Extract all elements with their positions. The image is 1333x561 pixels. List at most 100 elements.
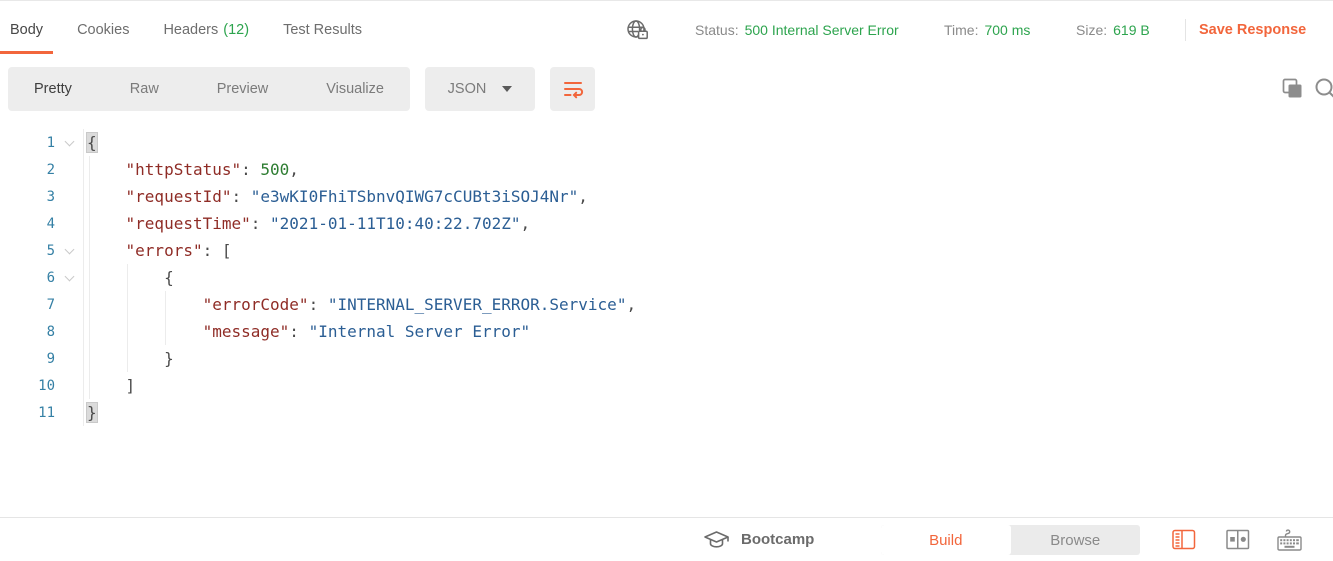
fold-toggle [55, 318, 84, 345]
footer-bar: Bootcamp Build Browse [0, 517, 1333, 561]
search-button[interactable] [1314, 77, 1333, 101]
search-icon [1315, 78, 1333, 98]
build-toggle-button[interactable]: Build [881, 525, 1011, 555]
layout-single-pane-button[interactable] [1172, 529, 1196, 550]
keyboard-shortcuts-icon [1277, 529, 1302, 551]
line-number: 5 [46, 242, 55, 259]
fold-toggle [55, 345, 84, 372]
fold-toggle[interactable] [55, 264, 84, 291]
bootcamp-label: Bootcamp [741, 531, 815, 548]
code-line: 11} [0, 399, 1333, 426]
view-preview-button[interactable]: Preview [217, 81, 269, 97]
tab-test-results[interactable]: Test Results [273, 1, 372, 58]
line-number: 2 [46, 161, 55, 178]
view-raw-button[interactable]: Raw [130, 81, 159, 97]
tab-body-label: Body [10, 21, 44, 38]
bootcamp-button[interactable]: Bootcamp [703, 518, 814, 561]
browse-label: Browse [1050, 531, 1101, 549]
code-text: { [87, 133, 97, 152]
status-indicator: Status: 500 Internal Server Error [695, 1, 899, 58]
wrap-text-icon [563, 82, 583, 99]
fold-toggle[interactable] [55, 237, 84, 264]
code-line: 8 "message": "Internal Server Error" [0, 318, 1333, 345]
code-text: "requestTime": "2021-01-11T10:40:22.702Z… [125, 214, 531, 233]
wrap-text-button[interactable] [550, 67, 595, 111]
code-text: } [164, 349, 174, 368]
language-value: JSON [447, 81, 487, 97]
tab-cookies-label: Cookies [77, 21, 130, 38]
size-label: Size: [1076, 21, 1108, 38]
fold-toggle [55, 210, 84, 237]
fold-toggle [55, 156, 84, 183]
line-number: 6 [46, 269, 55, 286]
fold-chevron-icon [64, 136, 74, 146]
size-indicator: Size: 619 B [1076, 1, 1150, 58]
layout-two-pane-icon [1226, 529, 1250, 550]
code-line: 4 "requestTime": "2021-01-11T10:40:22.702… [0, 210, 1333, 237]
line-number: 1 [46, 134, 55, 151]
language-select[interactable]: JSON [425, 67, 535, 111]
header-divider [1185, 19, 1186, 41]
copy-button[interactable] [1281, 77, 1304, 100]
code-line: 10] [0, 372, 1333, 399]
line-number: 4 [46, 215, 55, 232]
tab-test-results-label: Test Results [283, 21, 363, 38]
code-text: { [164, 268, 174, 287]
layout-two-pane-button[interactable] [1226, 529, 1250, 550]
fold-chevron-icon [64, 271, 74, 281]
tab-body[interactable]: Body [0, 1, 54, 58]
code-text: "message": "Internal Server Error" [202, 322, 531, 341]
save-response-label: Save Response [1199, 21, 1307, 38]
line-number: 8 [46, 323, 55, 340]
view-visualize-button[interactable]: Visualize [326, 81, 384, 97]
time-label: Time: [944, 21, 979, 38]
code-line: 3 "requestId": "e3wKI0FhiTSbnvQIWG7cCUBt3… [0, 183, 1333, 210]
fold-toggle[interactable] [55, 129, 84, 156]
response-header: Body Cookies Headers (12) Test Results S… [0, 1, 1333, 58]
build-browse-toggle: Build Browse [881, 525, 1140, 555]
tab-cookies[interactable]: Cookies [67, 1, 139, 58]
status-value: 500 Internal Server Error [744, 21, 899, 38]
code-text: ] [125, 376, 136, 395]
view-pretty-button[interactable]: Pretty [34, 81, 72, 97]
code-line: 9} [0, 345, 1333, 372]
build-label: Build [929, 531, 963, 549]
fold-toggle [55, 372, 84, 399]
headers-count-badge: (12) [223, 21, 250, 38]
browse-toggle-button[interactable]: Browse [1011, 525, 1141, 555]
code-text: "errorCode": "INTERNAL_SERVER_ERROR.Serv… [202, 295, 637, 314]
tab-headers[interactable]: Headers (12) [153, 1, 259, 58]
line-number: 10 [38, 377, 55, 394]
size-value: 619 B [1113, 21, 1150, 38]
caret-down-icon [502, 86, 513, 97]
code-line: 5 "errors": [ [0, 237, 1333, 264]
code-text: "requestId": "e3wKI0FhiTSbnvQIWG7cCUBt3i… [125, 187, 588, 206]
layout-single-pane-icon [1172, 529, 1196, 550]
copy-icon [1282, 78, 1302, 98]
time-value: 700 ms [984, 21, 1031, 38]
code-text: "errors": [ [125, 241, 232, 260]
code-line: 7 "errorCode": "INTERNAL_SERVER_ERROR.Ser… [0, 291, 1333, 318]
code-lines: 1{2 "httpStatus": 500, 3 "requestId": "e3wK… [0, 129, 1333, 426]
fold-chevron-icon [64, 244, 74, 254]
code-line: 6{ [0, 264, 1333, 291]
line-number: 7 [46, 296, 55, 313]
tab-headers-label: Headers [163, 21, 219, 38]
line-number: 11 [38, 404, 55, 421]
code-text: "httpStatus": 500, [125, 160, 299, 179]
status-label: Status: [695, 21, 739, 38]
code-line: 1{ [0, 129, 1333, 156]
fold-toggle [55, 183, 84, 210]
response-body-editor: 1{2 "httpStatus": 500, 3 "requestId": "e3wK… [0, 129, 1333, 426]
fold-toggle [55, 291, 84, 318]
line-number: 3 [46, 188, 55, 205]
globe-lock-icon[interactable] [626, 1, 650, 58]
view-mode-group: Pretty Raw Preview Visualize [8, 67, 410, 111]
graduation-cap-icon [704, 531, 729, 548]
save-response-button[interactable]: Save Response [1199, 1, 1306, 58]
time-indicator: Time: 700 ms [944, 1, 1030, 58]
code-text: } [87, 403, 97, 422]
body-view-toolbar: Pretty Raw Preview Visualize JSON [0, 67, 1333, 111]
fold-toggle [55, 399, 84, 426]
keyboard-shortcuts-button[interactable] [1276, 529, 1303, 552]
